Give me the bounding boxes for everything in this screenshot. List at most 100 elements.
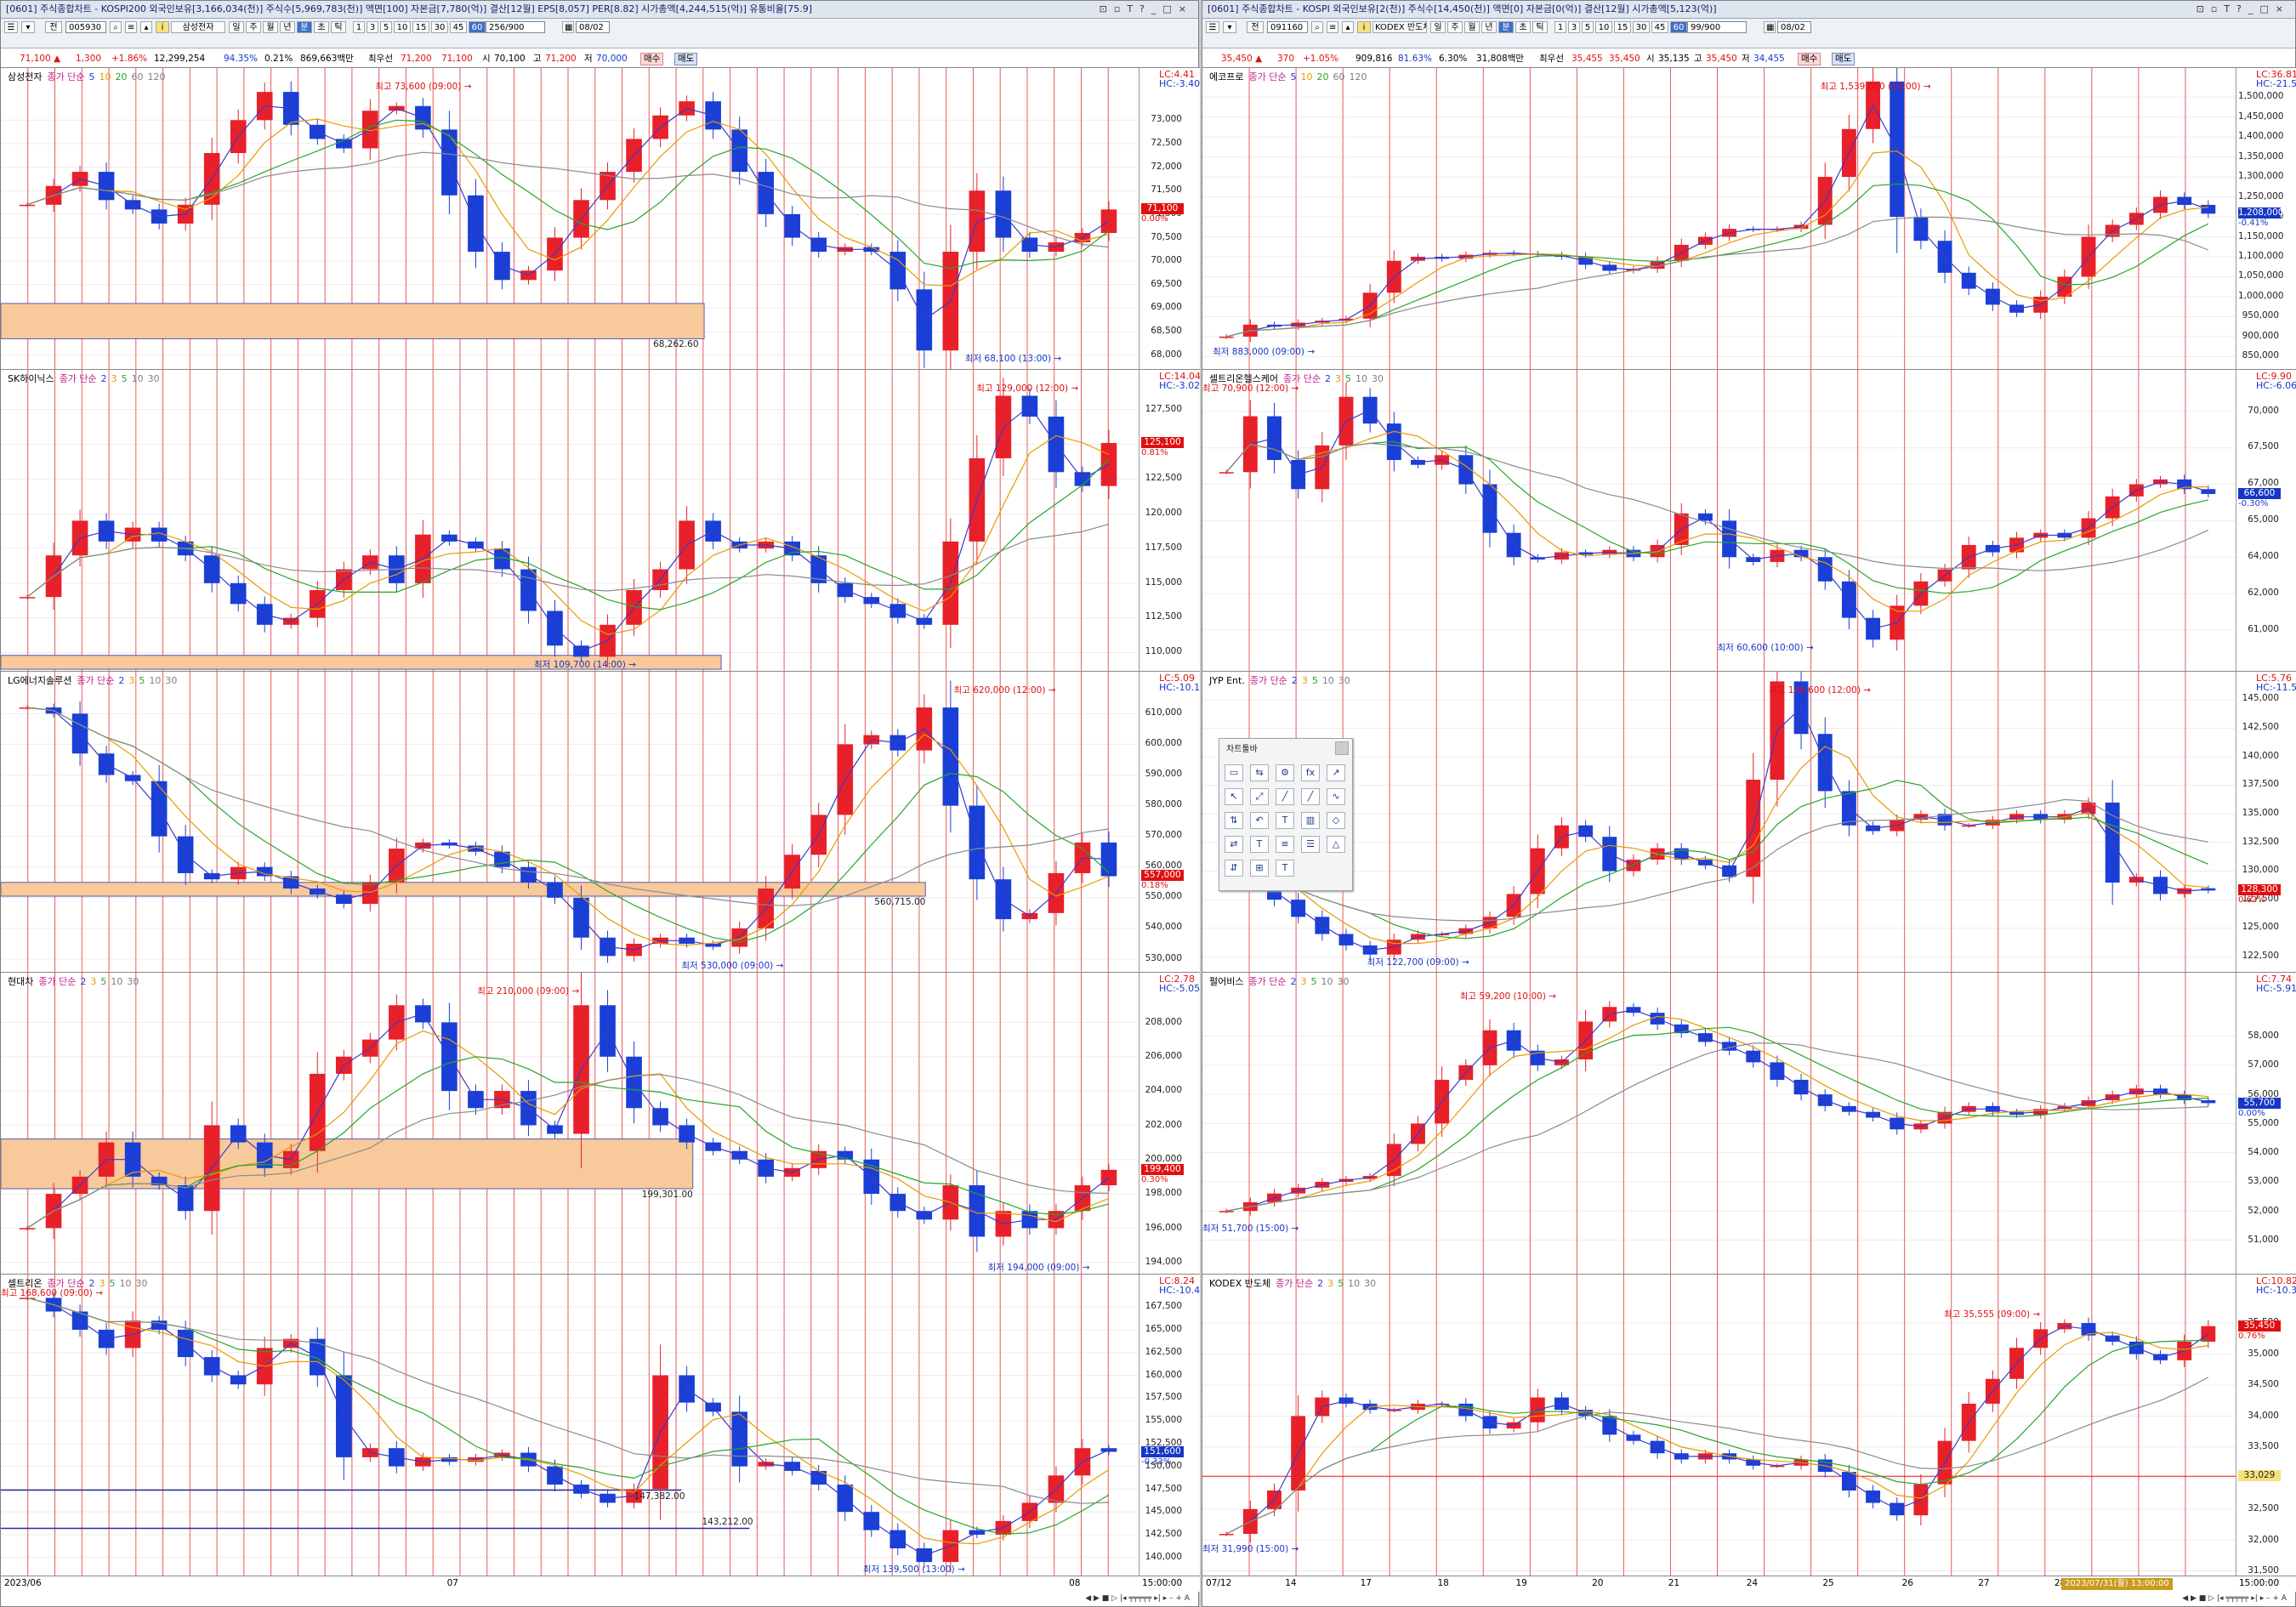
price-axis[interactable]: 70,000 67,500 67,000 65,000 64,000 62,000 61,0… (2236, 369, 2281, 671)
label-icon[interactable]: T (1250, 836, 1269, 853)
info-icon[interactable]: i (1357, 21, 1371, 33)
price-axis[interactable]: 167,500 165,000 162,500 160,000 157,500 155,0… (1139, 1275, 1184, 1576)
interval-button[interactable]: 30 (1633, 21, 1650, 33)
search-icon[interactable]: ⌕ (1311, 21, 1323, 33)
price-axis[interactable]: 58,000 57,000 56,000 55,000 54,000 53,000 52,0… (2236, 973, 2281, 1275)
chart-pane[interactable]: 셀트리온종가 단순2351030LC:8.24HC:-10.44167,5001… (1, 1274, 1200, 1576)
candle-chart[interactable] (1, 671, 1200, 973)
candle-chart[interactable] (1, 1275, 1200, 1576)
stock-code-input[interactable]: 005930 (65, 21, 106, 33)
stock-name-button[interactable]: KODEX 반도체 (1372, 21, 1427, 33)
list-icon[interactable]: ≡ (1327, 21, 1338, 33)
interval-button[interactable]: 10 (1595, 21, 1612, 33)
interval-button[interactable]: 60 (469, 21, 486, 33)
interval-button[interactable]: 3 (1568, 21, 1580, 33)
window-controls[interactable]: ⊡▫T?_□× (2197, 1, 2290, 18)
price-axis[interactable]: 1,500,000 1,450,000 1,400,000 1,350,000 1,30… (2236, 68, 2283, 369)
triangle-icon[interactable]: △ (1327, 836, 1345, 853)
price-axis[interactable]: 610,000 600,000 590,000 580,000 570,000 560,0… (1139, 671, 1184, 973)
period-button[interactable]: 일 (229, 21, 244, 33)
price-axis[interactable]: 35,50035,00034,50034,00033,50033,00032,5… (2236, 1275, 2281, 1576)
chart-pane[interactable]: 삼성전자 종가 단순 5 10 20 60 120 LC:4.41 HC:-3.40 73,000… (1, 67, 1200, 369)
candle-chart[interactable] (1202, 1275, 2296, 1576)
chart-pane[interactable]: 셀트리온헬스케어 종가 단순 2 3 5 10 30 LC:9.90 HC:-6.06 70,00… (1202, 368, 2296, 671)
interval-button[interactable]: 45 (450, 21, 467, 33)
candle-chart[interactable] (1202, 671, 2296, 973)
chart-pane[interactable]: 펄어비스 종가 단순 2 3 5 10 30 LC:7.74 HC:-5.91 58,000 57,… (1202, 972, 2296, 1275)
calendar-icon[interactable]: ▦ (562, 21, 574, 33)
info-icon[interactable]: i (156, 21, 169, 33)
formula-icon[interactable]: fx (1301, 764, 1320, 781)
window-controls[interactable]: ⊡▫T?_□× (1100, 1, 1193, 18)
period-button[interactable]: 초 (314, 21, 329, 33)
stock-code-input[interactable]: 091160 (1267, 21, 1308, 33)
bookmark-icon[interactable]: ▾ (21, 21, 35, 33)
data-count-field[interactable]: 99/900 (1687, 21, 1747, 33)
price-axis[interactable]: 73,00072,50072,00071,50071,00070,50070,0… (1139, 68, 1184, 369)
bookmark-icon[interactable]: ▾ (1223, 21, 1236, 33)
interval-button[interactable]: 1 (353, 21, 365, 33)
period-button[interactable]: 년 (280, 21, 295, 33)
candle-chart[interactable] (1, 973, 1200, 1275)
interval-button[interactable]: 3 (367, 21, 378, 33)
stock-name-button[interactable]: 삼성전자 (171, 21, 225, 33)
move-icon[interactable]: ⇆ (1250, 764, 1269, 781)
chart-pane[interactable]: 현대차 종가 단순 2 3 5 10 30 LC:2.78 HC:-5.05 208,000 206… (1, 972, 1200, 1275)
period-button[interactable]: 년 (1481, 21, 1497, 33)
interval-button[interactable]: 15 (1614, 21, 1631, 33)
trend-icon[interactable]: ↗ (1327, 764, 1345, 781)
price-axis[interactable]: 208,000 206,000 204,000 202,000 200,000 198,0… (1139, 973, 1184, 1275)
scroll-controls[interactable]: ◀ ▶ ■ ▷ |◂ ╤╤╤╤╤ ▸| ▸ – + A (2182, 1594, 2287, 1606)
chart-pane[interactable]: JYP Ent. 종가 단순 23510 30 LC:5.76HC:-11.53145,… (1202, 670, 2296, 973)
interval-button[interactable]: 5 (380, 21, 392, 33)
sell-button[interactable]: 매도 (674, 53, 698, 65)
price-axis[interactable]: 145,000 142,500 140,000 137,500 135,000 132,5… (2236, 671, 2281, 973)
search-icon[interactable]: ⌕ (110, 21, 122, 33)
fib-icon[interactable]: ☰ (1301, 836, 1320, 853)
arrow-up-icon[interactable]: ▴ (140, 21, 152, 33)
scroll-controls[interactable]: ◀ ▶ ■ ▷ |◂ ╤╤╤╤╤ ▸| ▸ – + A (1085, 1594, 1190, 1606)
interval-button[interactable]: 45 (1651, 21, 1668, 33)
note-icon[interactable]: T (1276, 860, 1294, 877)
flip-icon[interactable]: ⇄ (1225, 836, 1243, 853)
arrow-up-icon[interactable]: ▴ (1342, 21, 1354, 33)
interval-button[interactable]: 1 (1554, 21, 1566, 33)
close-icon[interactable] (1335, 741, 1349, 755)
market-button[interactable]: 전 (1247, 21, 1264, 33)
period-button[interactable]: 월 (1464, 21, 1480, 33)
candle-chart[interactable] (1202, 973, 2296, 1275)
period-button[interactable]: 분 (297, 21, 312, 33)
interval-button[interactable]: 60 (1670, 21, 1687, 33)
ray-icon[interactable]: ╱ (1301, 788, 1320, 805)
settings-icon[interactable]: ⚙ (1276, 764, 1294, 781)
chart-pane[interactable]: 에코프로종가 단순5102060120LC:36.81HC:-21.511,50… (1202, 67, 2296, 369)
period-button[interactable]: 초 (1515, 21, 1531, 33)
grid-menu-icon[interactable]: ☰ (4, 21, 18, 33)
date-field[interactable]: 08/02 (576, 21, 610, 33)
period-button[interactable]: 틱 (1532, 21, 1548, 33)
date-field[interactable]: 08/02 (1777, 21, 1811, 33)
text-icon[interactable]: T (1276, 812, 1294, 829)
box-icon[interactable]: ▥ (1301, 812, 1320, 829)
interval-button[interactable]: 10 (394, 21, 411, 33)
period-button[interactable]: 일 (1430, 21, 1446, 33)
candle-chart[interactable] (1202, 369, 2296, 671)
wave-icon[interactable]: ∿ (1327, 788, 1345, 805)
period-button[interactable]: 틱 (331, 21, 346, 33)
interval-button[interactable]: 5 (1582, 21, 1594, 33)
sell-button[interactable]: 매도 (1832, 53, 1856, 65)
eraser-icon[interactable]: ◇ (1327, 812, 1345, 829)
grid-menu-icon[interactable]: ☰ (1206, 21, 1219, 33)
line-icon[interactable]: ╱ (1276, 788, 1294, 805)
calendar-icon[interactable]: ▦ (1764, 21, 1776, 33)
interval-button[interactable]: 15 (412, 21, 429, 33)
chart-pane[interactable]: KODEX 반도체 종가 단순235 1030 LC:10.82HC:-10.32 35… (1202, 1274, 2296, 1576)
cross-icon[interactable]: ⤢ (1250, 788, 1269, 805)
list-icon[interactable]: ≡ (125, 21, 137, 33)
undo-icon[interactable]: ↶ (1250, 812, 1269, 829)
chart-drawing-toolbar[interactable]: 차트툴바 ▭ ⇆ ⚙ fx ↗ ↖ ⤢ ╱ ╱ ∿ ⇅ ↶ T ▥ ◇ ⇄ T ≡ ☰ △ ⇵ ⊞ T (1219, 738, 1353, 891)
period-button[interactable]: 주 (246, 21, 261, 33)
interval-button[interactable]: 30 (431, 21, 448, 33)
split-icon[interactable]: ⇅ (1225, 812, 1243, 829)
buy-button[interactable]: 매수 (640, 53, 664, 65)
